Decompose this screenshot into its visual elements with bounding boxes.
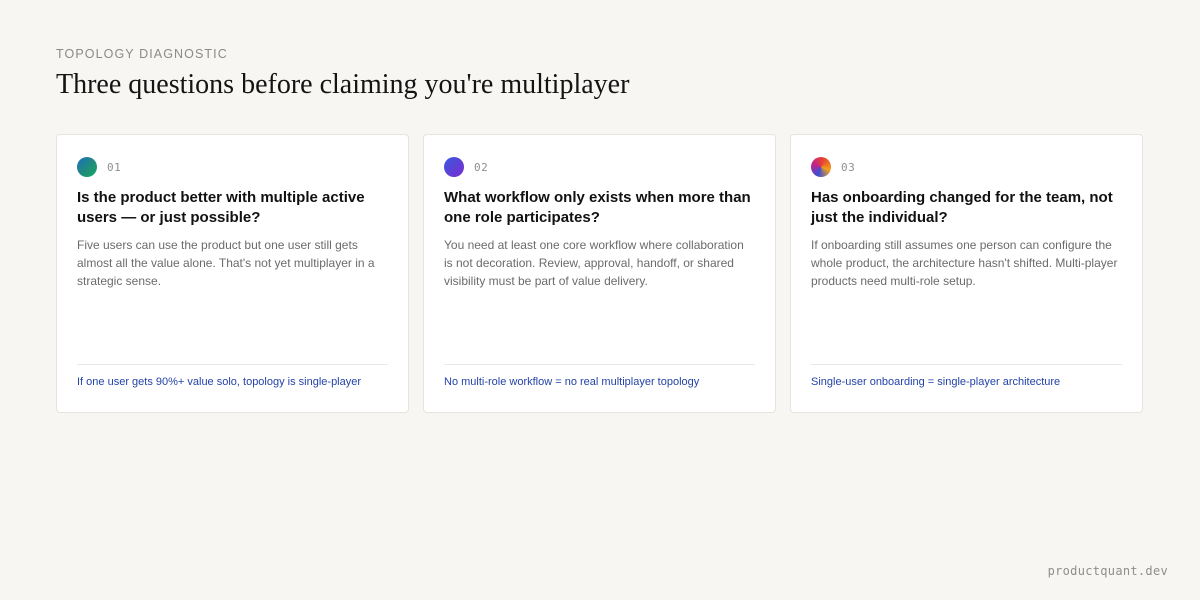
card-footnote: No multi-role workflow = no real multipl…	[444, 376, 700, 388]
card-question: What workflow only exists when more than…	[444, 189, 751, 226]
question-cards: 01 Is the product better with multiple a…	[56, 134, 1144, 413]
gradient-dot-icon	[811, 157, 831, 177]
card-header: 01	[77, 157, 121, 177]
card-number: 02	[474, 160, 489, 174]
eyebrow-label: TOPOLOGY DIAGNOSTIC	[56, 47, 228, 61]
card-question: Is the product better with multiple acti…	[77, 189, 365, 226]
card-divider	[811, 364, 1122, 365]
gradient-dot-icon	[77, 157, 97, 177]
card-header: 03	[811, 157, 855, 177]
card-question: Has onboarding changed for the team, not…	[811, 189, 1113, 226]
card-body: You need at least one core workflow wher…	[444, 238, 744, 288]
card-footnote: Single-user onboarding = single-player a…	[811, 376, 1061, 388]
question-card-1: 01 Is the product better with multiple a…	[56, 134, 409, 413]
card-body: Five users can use the product but one u…	[77, 238, 375, 288]
question-card-2: 02 What workflow only exists when more t…	[423, 134, 776, 413]
card-number: 03	[841, 160, 856, 174]
card-header: 02	[444, 157, 488, 177]
question-card-3: 03 Has onboarding changed for the team, …	[790, 134, 1143, 413]
gradient-dot-icon	[444, 157, 464, 177]
card-number: 01	[107, 160, 122, 174]
card-divider	[444, 364, 755, 365]
card-footnote: If one user gets 90%+ value solo, topolo…	[77, 376, 362, 388]
site-credit: productquant.dev	[1047, 564, 1168, 578]
card-body: If onboarding still assumes one person c…	[811, 238, 1118, 288]
page-title: Three questions before claiming you're m…	[56, 69, 630, 100]
card-divider	[77, 364, 388, 365]
